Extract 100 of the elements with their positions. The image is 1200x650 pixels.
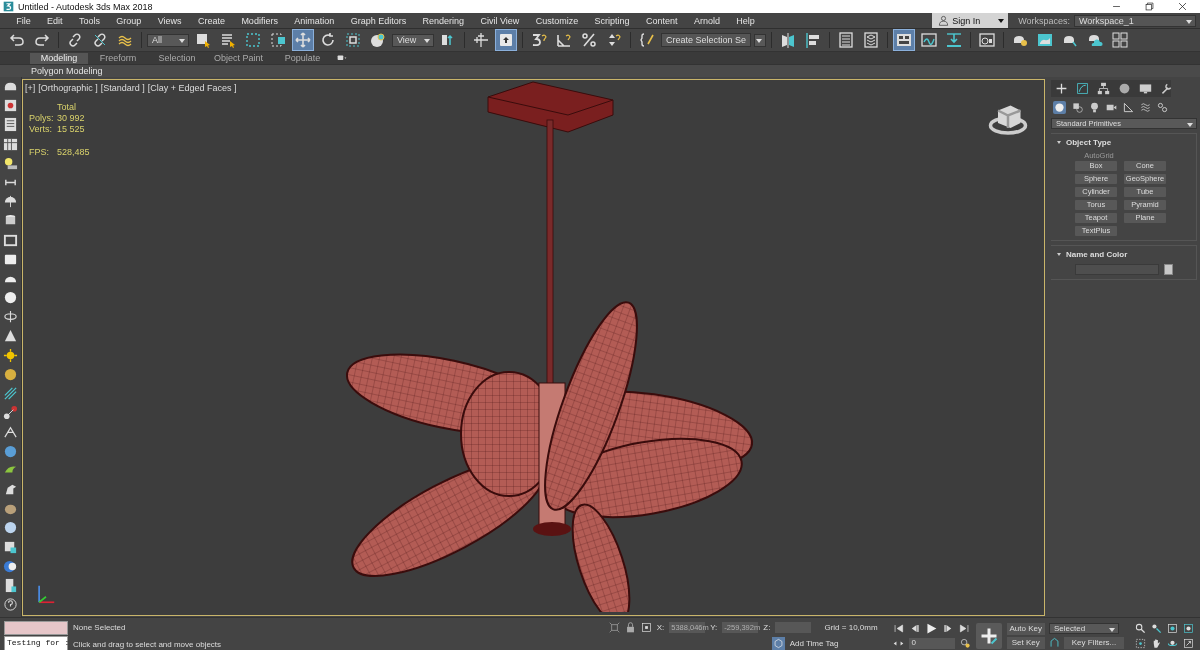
hatch-icon[interactable]	[3, 386, 18, 401]
motion-tab-icon[interactable]	[1118, 82, 1131, 95]
absolute-mode-icon[interactable]	[640, 621, 652, 633]
globe-icon[interactable]	[3, 443, 18, 459]
helpers-icon[interactable]	[1123, 102, 1134, 113]
maximize-viewport-icon[interactable]	[1183, 637, 1194, 649]
named-selection-dropdown[interactable]	[754, 33, 767, 47]
angle-snap-icon[interactable]	[556, 32, 572, 48]
menu-item[interactable]: Arnold	[685, 15, 729, 26]
viewport[interactable]: [+] [Orthographic ] [Standard ] [Clay + Edged Faces ] Total Polys: 30 992 Verts: 15 525 FPS: 528,485	[22, 79, 1045, 616]
menu-item[interactable]: Views	[149, 15, 190, 26]
go-to-start-icon[interactable]	[892, 623, 904, 634]
field-of-view-icon[interactable]	[1135, 637, 1146, 649]
menu-item[interactable]: Civil View	[472, 15, 528, 26]
menu-item[interactable]: Scripting	[586, 15, 638, 26]
layer-explorer-icon[interactable]	[863, 32, 880, 48]
zoom-extents-icon[interactable]	[1167, 622, 1178, 634]
unlink-icon[interactable]	[92, 32, 108, 48]
expand-arrow-icon[interactable]	[1057, 253, 1061, 256]
key-filters-button[interactable]: Key Filters...	[1064, 636, 1124, 649]
utilities-tab-icon[interactable]	[1160, 82, 1173, 95]
menu-item[interactable]: Tools	[70, 15, 109, 26]
spinner-snap-icon[interactable]	[606, 32, 622, 48]
ribbon-toggle-icon[interactable]	[896, 32, 913, 48]
select-object-icon[interactable]	[195, 32, 211, 48]
list-panel-icon[interactable]	[3, 117, 18, 133]
undo-icon[interactable]	[9, 32, 25, 48]
listener-field[interactable]: Testing for :	[4, 635, 68, 650]
menu-item[interactable]: Create	[189, 15, 234, 26]
viewport-label[interactable]: [+]	[25, 83, 36, 93]
ribbon-tab[interactable]: Modeling	[30, 52, 88, 64]
redo-icon[interactable]	[34, 32, 50, 48]
light-bulb-icon[interactable]	[3, 155, 18, 171]
listener-output[interactable]	[4, 620, 68, 635]
add-time-tag-button[interactable]: Add Time Tag	[789, 638, 839, 648]
hierarchy-tab-icon[interactable]	[1097, 82, 1110, 95]
sphere-icon[interactable]	[370, 32, 386, 48]
go-to-end-icon[interactable]	[958, 623, 970, 634]
reference-coordinate-dropdown[interactable]: View	[392, 33, 434, 47]
menu-item[interactable]: File	[8, 15, 39, 26]
play-icon[interactable]	[924, 622, 938, 635]
display-tab-icon[interactable]	[1139, 82, 1152, 95]
key-set-dropdown[interactable]: Selected	[1049, 623, 1119, 634]
viewport-label[interactable]: [Standard ]	[100, 83, 145, 93]
ribbon-tab[interactable]: Object Paint	[207, 52, 270, 64]
time-config-icon[interactable]	[959, 638, 971, 649]
ribbon-options-icon[interactable]	[335, 53, 349, 63]
snap-icon[interactable]	[531, 32, 547, 48]
percent-snap-icon[interactable]	[581, 32, 597, 48]
zoom-extents-all-icon[interactable]	[1183, 622, 1194, 634]
space-warps-icon[interactable]	[1140, 102, 1151, 113]
scene-explorer-icon[interactable]	[838, 32, 855, 48]
link-icon[interactable]	[67, 32, 83, 48]
named-selection-field[interactable]: Create Selection Se	[661, 33, 752, 47]
viewport-label[interactable]: [Clay + Edged Faces ]	[147, 83, 237, 93]
zoom-all-icon[interactable]	[1151, 622, 1162, 634]
cone-icon[interactable]	[3, 328, 18, 344]
menu-item[interactable]: Customize	[527, 15, 587, 26]
create-tab-icon[interactable]	[1055, 82, 1068, 95]
menu-item[interactable]: Content	[637, 15, 686, 26]
ribbon-panel-label[interactable]: Polygon Modeling	[28, 66, 106, 76]
gallery-icon[interactable]	[1112, 32, 1129, 48]
shapes-icon[interactable]	[1072, 102, 1083, 113]
menu-item[interactable]: Modifiers	[233, 15, 287, 26]
menu-item[interactable]: Graph Editors	[342, 15, 415, 26]
rectangle-selection-icon[interactable]	[245, 32, 261, 48]
move-icon[interactable]	[295, 32, 311, 48]
expand-arrow-icon[interactable]	[1057, 141, 1061, 144]
menu-item[interactable]: Animation	[286, 15, 343, 26]
lights-icon[interactable]	[1089, 102, 1100, 113]
ribbon-tab[interactable]: Populate	[271, 52, 334, 64]
glass-sphere-icon[interactable]	[3, 520, 18, 536]
zoom-icon[interactable]	[1135, 622, 1146, 634]
modify-tab-icon[interactable]	[1076, 82, 1089, 95]
orb-icon[interactable]	[3, 366, 18, 382]
render-setup-icon[interactable]	[979, 32, 996, 48]
cloud-render-icon[interactable]	[1087, 32, 1104, 48]
geometry-icon[interactable]	[1054, 102, 1065, 113]
set-key-button[interactable]	[975, 622, 1002, 649]
viewport-icon[interactable]	[3, 98, 18, 114]
sun-icon[interactable]	[3, 347, 18, 363]
restore-icon[interactable]	[1144, 1, 1155, 12]
viewport-label[interactable]: [Orthographic ]	[38, 83, 98, 93]
next-frame-icon[interactable]	[942, 623, 954, 634]
scale-icon[interactable]	[345, 32, 361, 48]
rollout-title[interactable]: Name and Color	[1066, 250, 1128, 259]
close-icon[interactable]	[1177, 1, 1188, 12]
ribbon-tab[interactable]: Selection	[148, 52, 206, 64]
menu-item[interactable]: Group	[108, 15, 150, 26]
curve-editor-icon[interactable]	[921, 32, 938, 48]
set-key-mode-button[interactable]: Set Key	[1006, 636, 1045, 649]
sphere-icon[interactable]	[3, 290, 18, 306]
workspace-dropdown[interactable]: Workspace_1	[1074, 14, 1196, 27]
menu-item[interactable]: Edit	[38, 15, 71, 26]
camera-icon[interactable]	[1106, 102, 1117, 113]
window-crossing-icon[interactable]	[270, 32, 286, 48]
frame-field[interactable]: 0	[908, 638, 955, 649]
molecule-icon[interactable]	[3, 405, 18, 421]
align-icon[interactable]	[805, 32, 822, 48]
color-swatch[interactable]	[1164, 264, 1173, 275]
